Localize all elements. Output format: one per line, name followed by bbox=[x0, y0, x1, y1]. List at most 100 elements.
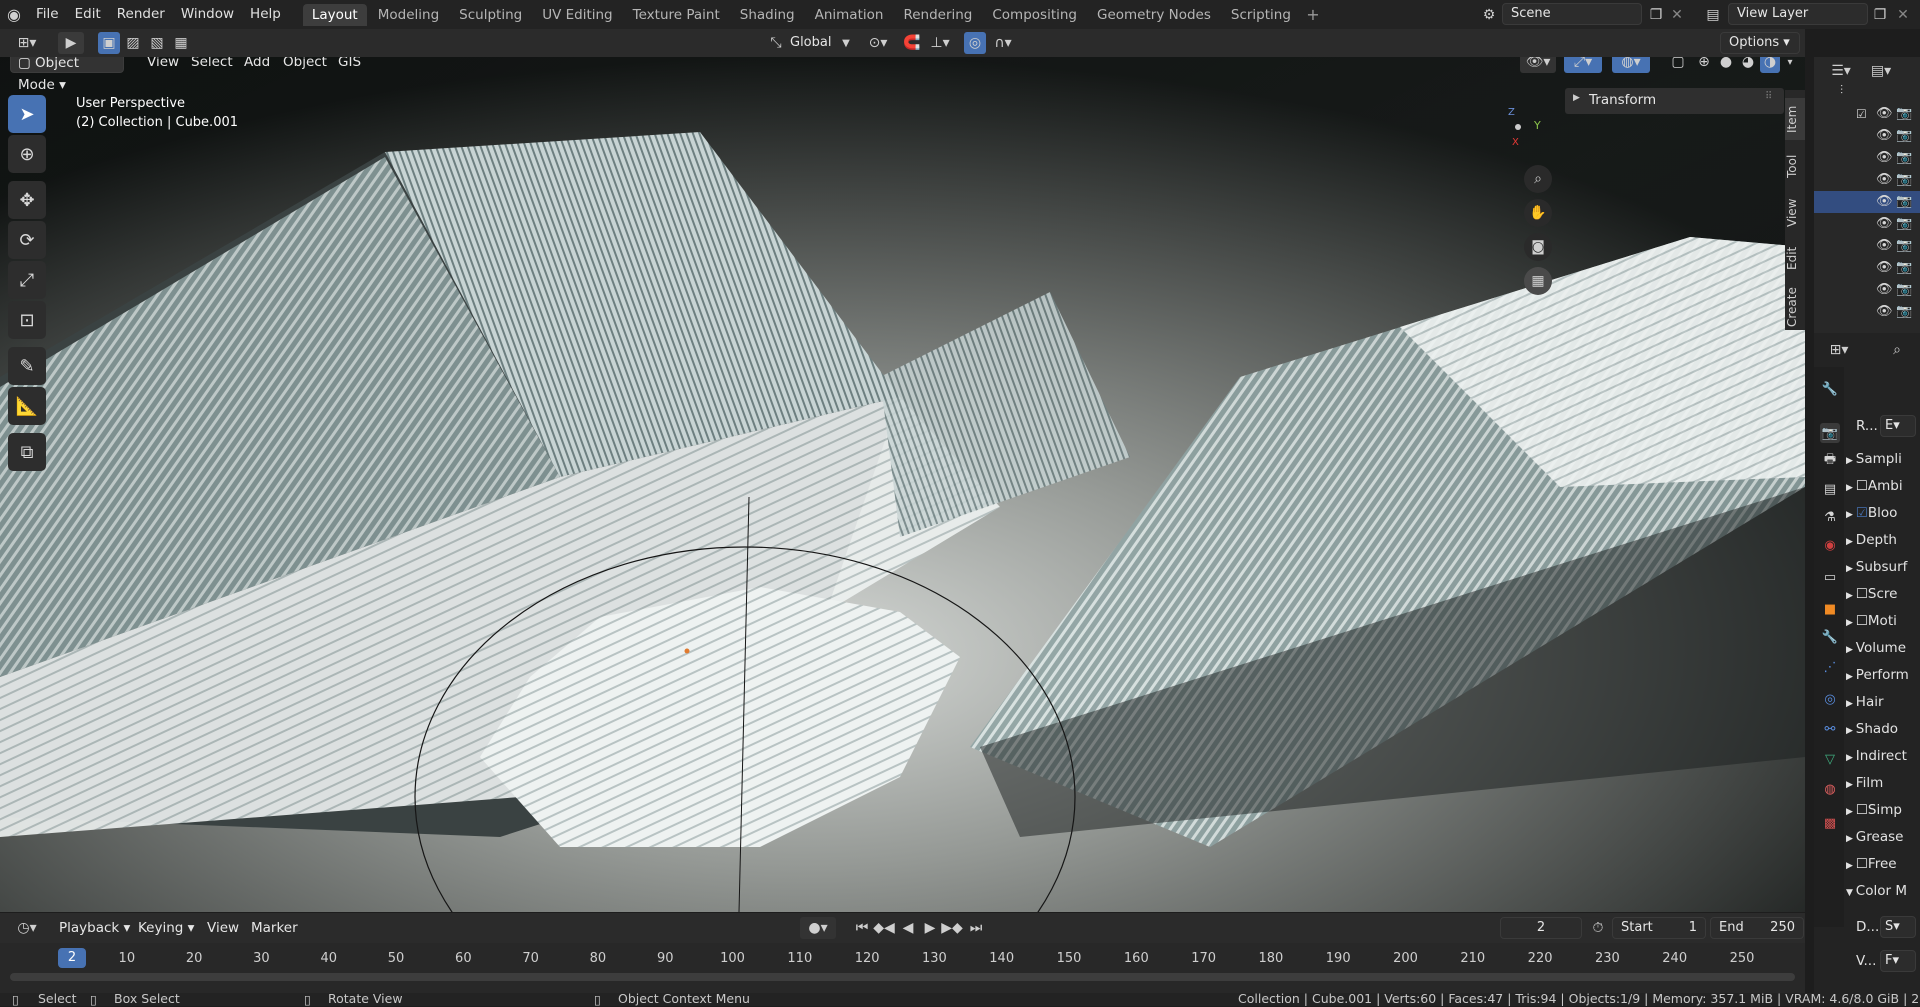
panel-sampling[interactable]: ▶ Sampli bbox=[1846, 448, 1920, 470]
tab-sculpting[interactable]: Sculpting bbox=[450, 4, 531, 26]
panel-film[interactable]: ▶ Film bbox=[1846, 772, 1920, 794]
constraints-props-icon[interactable]: ⚯ bbox=[1820, 719, 1840, 739]
annotate-tool-icon[interactable]: ✎ bbox=[8, 347, 46, 385]
add-cube-tool-icon[interactable]: ⧉ bbox=[8, 433, 46, 471]
camera-icon[interactable]: 📷 bbox=[1896, 194, 1912, 209]
tool-props-icon[interactable]: 🔧 bbox=[1820, 379, 1840, 399]
transform-tool-icon[interactable]: ⊡ bbox=[8, 301, 46, 339]
playhead[interactable]: 2 bbox=[58, 948, 86, 968]
zoom-icon[interactable]: ⌕ bbox=[1524, 165, 1552, 193]
move-tool-icon[interactable]: ✥ bbox=[8, 181, 46, 219]
end-frame-field[interactable]: End 250 bbox=[1710, 917, 1804, 939]
camera-view-icon[interactable]: ◙ bbox=[1524, 233, 1552, 261]
shading-material-icon[interactable]: ◕ bbox=[1738, 57, 1758, 73]
transform-orientation-icon[interactable]: ⤡ bbox=[766, 32, 786, 54]
menu-file[interactable]: File bbox=[28, 0, 67, 29]
render-engine-dropdown[interactable]: E▾ bbox=[1880, 415, 1916, 437]
display-device-dropdown[interactable]: S▾ bbox=[1880, 916, 1916, 938]
select-box-tool-icon[interactable]: ➤ bbox=[8, 95, 46, 133]
shading-wireframe-icon[interactable]: ⊕ bbox=[1694, 57, 1714, 73]
menu-add[interactable]: Add bbox=[237, 57, 277, 73]
tab-geometry-nodes[interactable]: Geometry Nodes bbox=[1088, 4, 1220, 26]
axis-z-label[interactable]: Z bbox=[1508, 107, 1515, 118]
properties-editor-icon[interactable]: ⊞▾ bbox=[1822, 339, 1856, 361]
gizmo-toggle-icon[interactable]: ⤢▾ bbox=[1564, 57, 1602, 73]
axis-y-label[interactable]: Y bbox=[1534, 119, 1541, 132]
camera-disabled-icon[interactable]: 📷 bbox=[1896, 304, 1912, 319]
tab-layout[interactable]: Layout bbox=[302, 3, 367, 26]
select-mode-extend-icon[interactable]: ▨ bbox=[122, 32, 144, 54]
stopwatch-icon[interactable]: ⏱ bbox=[1588, 917, 1608, 939]
outliner-row[interactable]: 👁 📷 bbox=[1814, 235, 1920, 257]
outliner-row[interactable]: ⫶ bbox=[1814, 81, 1920, 103]
panel-volumetrics[interactable]: ▶ Volume bbox=[1846, 637, 1920, 659]
jump-start-icon[interactable]: ⏮ bbox=[852, 917, 872, 939]
outliner-row[interactable]: 👁 📷 bbox=[1814, 301, 1920, 323]
display-mode-icon[interactable]: ▤▾ bbox=[1866, 60, 1896, 82]
menu-window[interactable]: Window bbox=[173, 0, 242, 29]
outliner-row[interactable]: 👁 📷 bbox=[1814, 125, 1920, 147]
outliner-row[interactable]: ☑ 👁 📷 bbox=[1814, 103, 1920, 125]
panel-color-management[interactable]: ▼ Color M bbox=[1846, 880, 1920, 902]
proportional-edit-icon[interactable]: ◎ bbox=[964, 32, 986, 54]
panel-motion-blur[interactable]: ▶ ☐Moti bbox=[1846, 610, 1920, 632]
add-workspace-icon[interactable]: + bbox=[1302, 4, 1324, 26]
prev-keyframe-icon[interactable]: ◆◀ bbox=[873, 917, 895, 939]
outliner-row[interactable]: 👁 📷 bbox=[1814, 279, 1920, 301]
menu-timeline-view[interactable]: View bbox=[200, 917, 246, 939]
editor-type-icon[interactable]: ⊞▾ bbox=[10, 32, 44, 54]
camera-icon[interactable]: 📷 bbox=[1896, 216, 1912, 231]
panel-simplify[interactable]: ▶ ☐Simp bbox=[1846, 799, 1920, 821]
panel-depth-of-field[interactable]: ▶ Depth bbox=[1846, 529, 1920, 551]
panel-hair[interactable]: ▶ Hair bbox=[1846, 691, 1920, 713]
cursor-tool-icon[interactable]: ⊕ bbox=[8, 135, 46, 173]
eye-icon[interactable]: 👁 bbox=[1876, 128, 1893, 143]
physics-props-icon[interactable]: ◎ bbox=[1820, 689, 1840, 709]
object-props-icon[interactable]: ■ bbox=[1820, 599, 1840, 619]
tab-edit[interactable]: Edit bbox=[1785, 240, 1805, 276]
eye-icon[interactable]: 👁 bbox=[1876, 172, 1893, 187]
shading-rendered-icon[interactable]: ◑ bbox=[1760, 57, 1780, 73]
menu-select[interactable]: Select bbox=[184, 57, 240, 73]
camera-icon[interactable]: 📷 bbox=[1896, 238, 1912, 253]
camera-icon[interactable]: 📷 bbox=[1896, 260, 1912, 275]
eye-icon[interactable]: 👁 bbox=[1876, 260, 1893, 275]
tab-animation[interactable]: Animation bbox=[806, 4, 893, 26]
timeline-editor-icon[interactable]: ◷▾ bbox=[10, 917, 44, 939]
outliner-row[interactable]: 👁 📷 bbox=[1814, 213, 1920, 235]
eye-icon[interactable]: 👁 bbox=[1876, 282, 1893, 297]
close-scene-icon[interactable]: ✕ bbox=[1668, 4, 1686, 26]
blender-logo-icon[interactable]: ◉ bbox=[0, 0, 28, 29]
panel-shadows[interactable]: ▶ Shado bbox=[1846, 718, 1920, 740]
panel-bloom[interactable]: ▶ ☑Bloo bbox=[1846, 502, 1920, 524]
view-layer-props-icon[interactable]: ▤ bbox=[1820, 479, 1840, 499]
menu-marker[interactable]: Marker bbox=[244, 917, 305, 939]
panel-ambient-occlusion[interactable]: ▶ ☐Ambi bbox=[1846, 475, 1920, 497]
select-tool-icon[interactable]: ▶ bbox=[58, 32, 84, 54]
current-frame-field[interactable]: 2 bbox=[1500, 917, 1582, 939]
data-props-icon[interactable]: ▽ bbox=[1820, 749, 1840, 769]
transform-panel[interactable]: ▶ Transform ⠿ bbox=[1565, 88, 1784, 114]
panel-indirect-lighting[interactable]: ▶ Indirect bbox=[1846, 745, 1920, 767]
copy-scene-icon[interactable]: ❐ bbox=[1646, 4, 1666, 26]
tab-compositing[interactable]: Compositing bbox=[983, 4, 1086, 26]
record-icon[interactable]: ●▾ bbox=[800, 917, 836, 939]
perspective-grid-icon[interactable]: ▦ bbox=[1524, 267, 1552, 295]
world-props-icon[interactable]: ◉ bbox=[1820, 535, 1840, 555]
eye-icon[interactable]: 👁 bbox=[1876, 238, 1893, 253]
snap-icon[interactable]: 🧲 bbox=[900, 32, 924, 54]
select-mode-subtract-icon[interactable]: ▧ bbox=[146, 32, 168, 54]
view-transform-dropdown[interactable]: F▾ bbox=[1880, 950, 1916, 972]
menu-keying[interactable]: Keying ▾ bbox=[131, 917, 201, 939]
play-icon[interactable]: ▶ bbox=[920, 917, 940, 939]
checkbox-icon[interactable]: ☐ bbox=[1856, 478, 1868, 494]
drag-handle-icon[interactable]: ⠿ bbox=[1765, 91, 1772, 102]
falloff-icon[interactable]: ∩▾ bbox=[988, 32, 1018, 54]
select-mode-intersect-icon[interactable]: ▦ bbox=[170, 32, 192, 54]
tab-rendering[interactable]: Rendering bbox=[894, 4, 981, 26]
menu-edit[interactable]: Edit bbox=[67, 0, 109, 29]
eye-icon[interactable]: 👁 bbox=[1876, 216, 1893, 231]
checkbox-icon[interactable]: ☐ bbox=[1856, 613, 1868, 629]
select-mode-new-icon[interactable]: ▣ bbox=[98, 32, 120, 54]
camera-icon[interactable]: 📷 bbox=[1896, 128, 1912, 143]
